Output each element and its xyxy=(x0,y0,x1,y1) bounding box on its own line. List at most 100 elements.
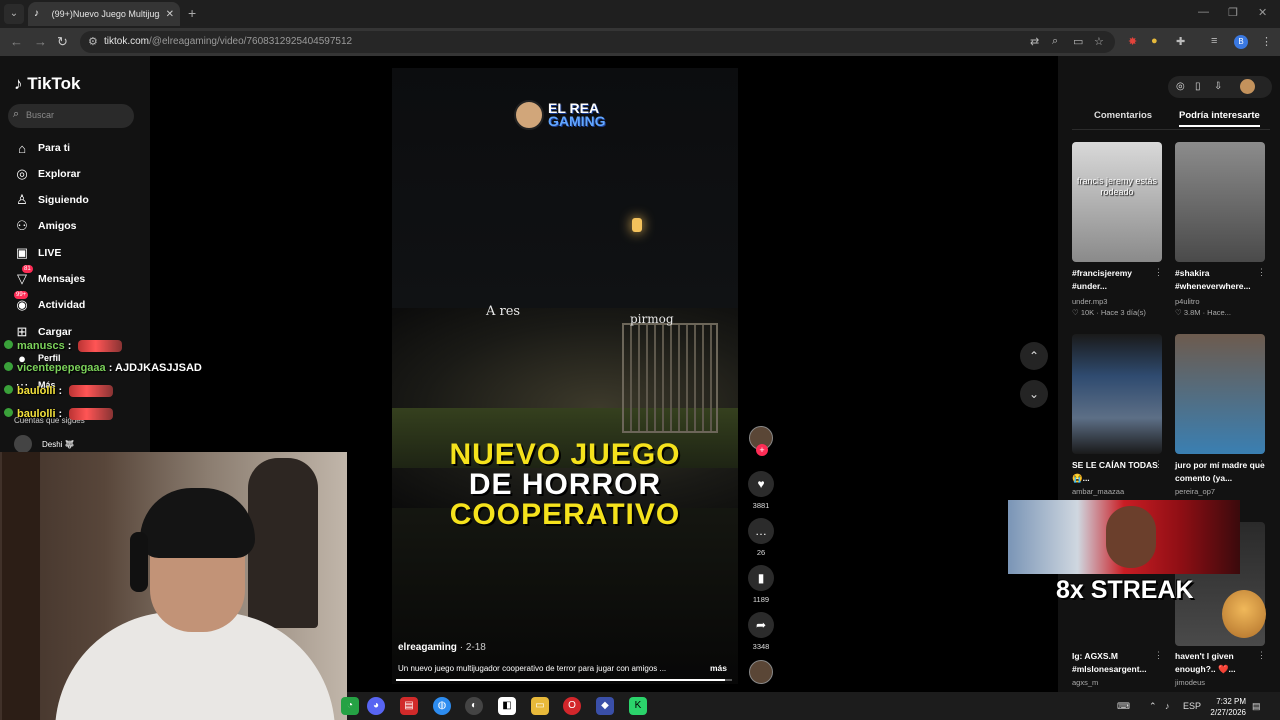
more-options-icon[interactable]: ⋮ xyxy=(1257,650,1266,661)
nav-amigos[interactable]: ⚇ Amigos xyxy=(14,216,76,236)
headline-line2: DE HORROR xyxy=(468,468,662,501)
top-actions: ◎ ▯ ⇩ xyxy=(1168,76,1272,98)
follow-plus-icon[interactable]: + xyxy=(756,444,768,456)
tiktok-logo[interactable]: ♪ TikTok xyxy=(14,74,80,94)
video-progress-bar[interactable] xyxy=(396,679,732,681)
nav-cargar[interactable]: ⊞ Cargar xyxy=(14,322,72,342)
new-tab-icon[interactable]: + xyxy=(188,5,196,21)
app-icon[interactable]: ◆ xyxy=(596,697,614,715)
following-account-item[interactable]: Deshi 🐺 xyxy=(14,435,75,453)
back-icon[interactable]: ← xyxy=(10,34,23,49)
volume-icon[interactable]: ♪ xyxy=(1165,701,1170,711)
more-options-icon[interactable]: ⋮ xyxy=(1154,267,1163,278)
profile-avatar-icon[interactable]: B xyxy=(1234,35,1248,49)
sound-avatar-button[interactable] xyxy=(748,660,774,684)
video-card-title[interactable]: SE LE CAÍAN TODAS😭... xyxy=(1072,459,1164,485)
previous-video-button[interactable]: ⌃ xyxy=(1020,342,1048,370)
more-options-icon[interactable]: ⋮ xyxy=(1257,459,1266,470)
download-icon[interactable]: ⇩ xyxy=(1214,81,1222,92)
sound-avatar xyxy=(749,660,773,684)
file-explorer-icon[interactable]: ▭ xyxy=(531,697,549,715)
site-info-icon[interactable]: ⚙ xyxy=(88,35,98,48)
url-field[interactable]: ⚙ tiktok.com/@elreagaming/video/76083129… xyxy=(80,31,1115,53)
taskbar-clock[interactable]: 7:32 PM 2/27/2026 xyxy=(1196,696,1246,718)
nav-siguiendo[interactable]: ♙ Siguiendo xyxy=(14,190,89,210)
nav-actividad[interactable]: ◉ 99+ Actividad xyxy=(14,291,85,315)
chrome-icon[interactable]: ◍ xyxy=(433,697,451,715)
reload-icon[interactable]: ↻ xyxy=(57,34,68,50)
keyboard-icon[interactable]: ⌨ xyxy=(1117,701,1130,712)
zoom-icon[interactable]: ⌕ xyxy=(1052,35,1058,48)
channel-logo: EL REA GAMING xyxy=(514,100,606,130)
share-button[interactable]: ➦ 3348 xyxy=(748,612,774,651)
discord-icon[interactable]: ◕ xyxy=(367,697,385,715)
coin-icon[interactable]: ◎ xyxy=(1176,81,1185,92)
chat-message: manuscs : xyxy=(4,340,123,353)
tab-list-button[interactable]: ⌄ xyxy=(4,4,24,24)
video-player[interactable]: EL REA GAMING A res pirmog NUEVO JUEGO DE… xyxy=(392,68,738,684)
extensions-puzzle-icon[interactable]: ✚ xyxy=(1176,35,1185,48)
media-app-icon[interactable]: ▤ xyxy=(400,697,418,715)
nav-label: Mensajes xyxy=(38,273,86,285)
save-button[interactable]: ▮ 1189 xyxy=(748,565,774,604)
user-avatar-icon[interactable] xyxy=(1240,79,1255,94)
kick-icon[interactable]: K xyxy=(629,697,647,715)
video-card-title[interactable]: juro por mí madre que comento (ya... xyxy=(1175,459,1267,485)
browser-tab-active[interactable]: ♪ (99+)Nuevo Juego Multijugado ✕ xyxy=(28,2,180,26)
nav-explorar[interactable]: ◎ Explorar xyxy=(14,164,80,184)
capcut-icon[interactable]: ◧ xyxy=(498,697,516,715)
nav-label: LIVE xyxy=(38,247,62,259)
chevron-up-icon: ⌃ xyxy=(1028,349,1040,363)
minimize-icon[interactable]: — xyxy=(1198,6,1209,18)
extension-color-icon[interactable]: ● xyxy=(1151,35,1158,47)
video-card-title[interactable]: #francisjeremy #under... xyxy=(1072,267,1164,293)
logo-face-icon xyxy=(514,100,544,130)
close-window-icon[interactable]: ✕ xyxy=(1258,6,1267,19)
extension-red-icon[interactable]: ✸ xyxy=(1128,35,1137,48)
tab-search-icon[interactable]: ≡ xyxy=(1211,35,1217,47)
streamer-webcam xyxy=(0,452,347,720)
video-card-title[interactable]: haven't I given enough?.. ❤️... xyxy=(1175,650,1267,676)
emoji-face-icon xyxy=(1222,590,1266,638)
maximize-icon[interactable]: ❐ xyxy=(1228,6,1238,19)
translate-icon[interactable]: ⇄ xyxy=(1030,35,1039,48)
more-options-icon[interactable]: ⋮ xyxy=(1257,267,1266,278)
comment-button[interactable]: … 26 xyxy=(748,518,774,557)
tab-podria-interesarte[interactable]: Podría interesarte xyxy=(1179,110,1260,127)
search-input[interactable]: ⌕ Buscar xyxy=(8,104,134,128)
save-count: 1189 xyxy=(752,595,770,604)
live-icon: ▣ xyxy=(15,245,29,260)
following-icon: ♙ xyxy=(16,192,28,207)
next-video-button[interactable]: ⌄ xyxy=(1020,380,1048,408)
video-card-title[interactable]: Ig: AGXS.M #mlslonesargent... xyxy=(1072,650,1164,676)
obs-icon[interactable]: ◐ xyxy=(465,697,483,715)
video-author[interactable]: elreagaming · 2-18 xyxy=(398,642,486,653)
search-icon: ⌕ xyxy=(13,108,20,120)
whatsapp-icon[interactable]: ◔ xyxy=(341,697,359,715)
nav-para-ti[interactable]: ⌂ Para ti xyxy=(14,138,70,158)
notifications-icon[interactable]: ▤ xyxy=(1252,701,1261,712)
bookmark-star-icon[interactable]: ☆ xyxy=(1094,35,1104,48)
tray-chevron-icon[interactable]: ⌃ xyxy=(1149,701,1157,712)
like-button[interactable]: ♥ 3881 xyxy=(748,471,774,510)
tab-close-icon[interactable]: ✕ xyxy=(166,9,174,20)
nav-live[interactable]: ▣ LIVE xyxy=(14,243,62,263)
tab-comentarios[interactable]: Comentarios xyxy=(1094,110,1152,121)
device-icon[interactable]: ▯ xyxy=(1195,81,1201,92)
more-options-icon[interactable]: ⋮ xyxy=(1154,650,1163,661)
video-card-thumbnail[interactable] xyxy=(1175,142,1265,262)
cast-icon[interactable]: ▭ xyxy=(1073,35,1083,48)
video-card-title[interactable]: #shakira #wheneverwhere... xyxy=(1175,267,1267,293)
more-button[interactable]: más xyxy=(710,663,727,673)
browser-menu-icon[interactable]: ⋮ xyxy=(1261,35,1272,48)
chat-badge-icon xyxy=(4,385,13,394)
creator-avatar-button[interactable]: + xyxy=(748,426,774,456)
chat-emote-icon xyxy=(69,408,114,421)
forward-icon[interactable]: → xyxy=(34,34,47,49)
video-card-thumbnail[interactable]: francis jeremy estás rodeado xyxy=(1072,142,1162,262)
opera-icon[interactable]: O xyxy=(563,697,581,715)
more-options-icon[interactable]: ⋮ xyxy=(1154,459,1163,470)
video-card-thumbnail[interactable] xyxy=(1175,334,1265,454)
video-card-thumbnail[interactable] xyxy=(1072,334,1162,454)
nav-mensajes[interactable]: ▽ 81 Mensajes xyxy=(14,265,86,289)
